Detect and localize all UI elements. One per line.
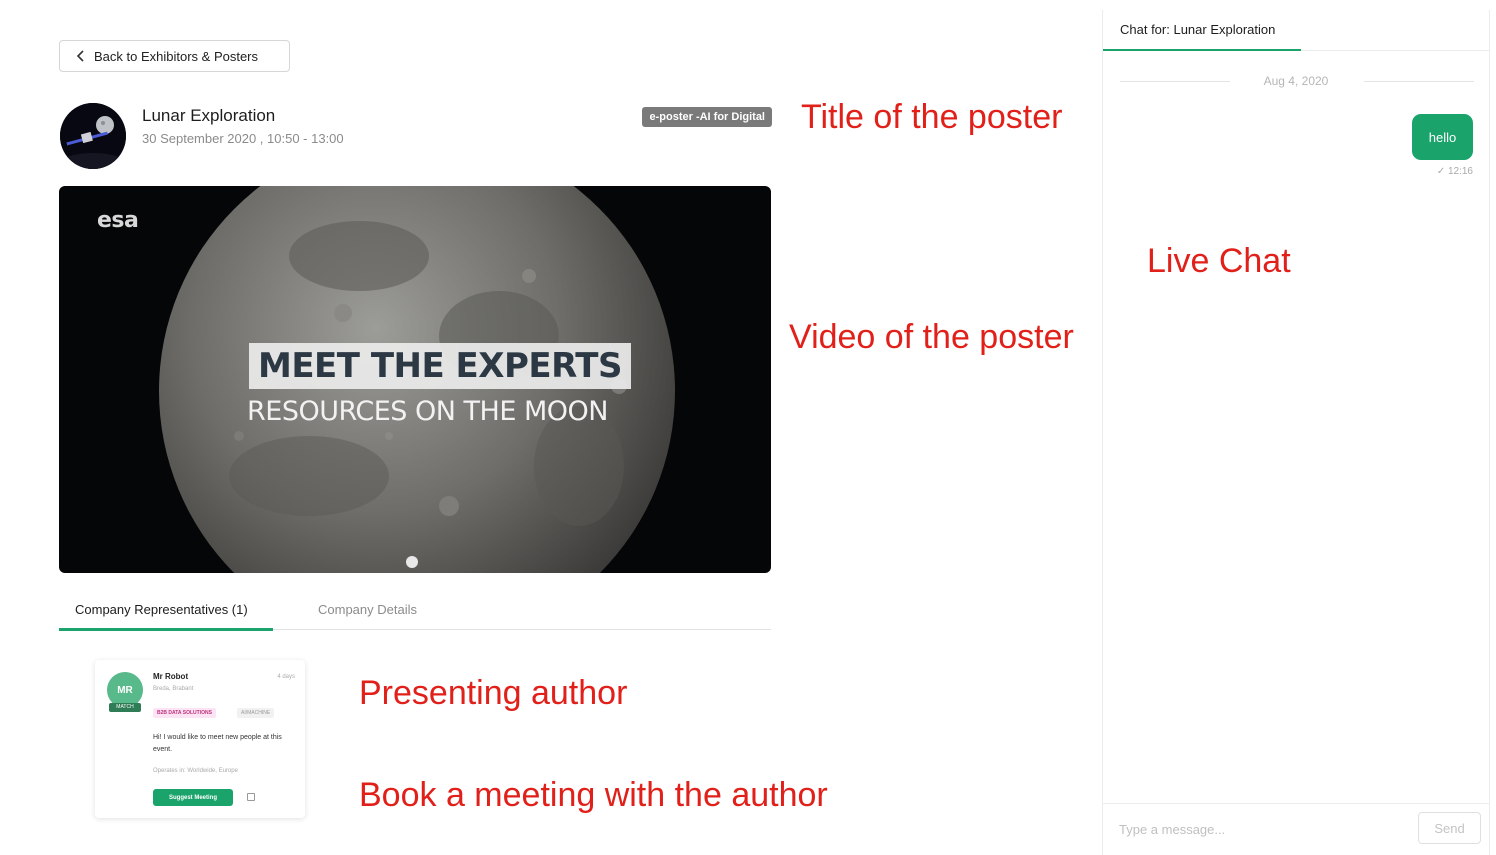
representative-name: Mr Robot <box>153 672 189 681</box>
representative-location: Breda, Brabant <box>153 686 194 692</box>
send-button[interactable]: Send <box>1418 812 1481 844</box>
representative-card: MR MATCH Mr Robot 4 days Breda, Brabant … <box>95 660 305 818</box>
chat-message-time: ✓ 12:16 <box>1436 166 1473 177</box>
tab-company-representatives[interactable]: Company Representatives (1) <box>75 602 248 617</box>
back-button[interactable]: Back to Exhibitors & Posters <box>59 40 290 72</box>
back-button-label: Back to Exhibitors & Posters <box>94 48 259 64</box>
video-progress-dot[interactable] <box>406 556 418 568</box>
annotation-author: Presenting author <box>359 674 628 712</box>
poster-title: Lunar Exploration <box>142 106 276 125</box>
representative-operates-in: Operates in: Worldwide, Europe <box>153 768 238 774</box>
representative-time-ago: 4 days <box>277 674 295 680</box>
chat-message-bubble: hello <box>1412 114 1473 160</box>
chat-header-title[interactable]: Chat for: Lunar Exploration <box>1120 22 1275 37</box>
poster-header: Lunar Exploration 30 September 2020 , 10… <box>60 103 772 169</box>
representative-message: Hi! I would like to meet new people at t… <box>153 734 282 753</box>
annotation-video: Video of the poster <box>789 318 1074 356</box>
annotation-title: Title of the poster <box>801 98 1063 136</box>
suggest-meeting-button[interactable]: Suggest Meeting <box>153 789 233 806</box>
chat-tab-indicator <box>1103 49 1301 51</box>
role-badge: AI/MACHINE <box>237 708 275 718</box>
main-panel: Back to Exhibitors & Posters Lunar Explo… <box>0 0 1100 855</box>
tab-company-details[interactable]: Company Details <box>318 602 417 617</box>
poster-datetime: 30 September 2020 , 10:50 - 13:00 <box>142 131 344 146</box>
annotation-live-chat: Live Chat <box>1147 242 1291 280</box>
poster-video[interactable]: esa MEET THE EXPERTS RESOURCES ON THE MO… <box>59 186 771 573</box>
chat-header: Chat for: Lunar Exploration <box>1103 10 1489 51</box>
chat-date: Aug 4, 2020 <box>1263 74 1329 88</box>
video-subtitle: RESOURCES ON THE MOON <box>247 396 609 427</box>
chat-message-input[interactable] <box>1113 812 1403 846</box>
poster-thumbnail <box>60 103 126 169</box>
detail-tabs: Company Representatives (1) Company Deta… <box>59 594 771 631</box>
esa-logo: esa <box>97 208 139 233</box>
company-badge: B2B DATA SOLUTIONS <box>153 708 216 718</box>
video-title: MEET THE EXPERTS <box>249 343 631 389</box>
live-chat-panel: Chat for: Lunar Exploration Aug 4, 2020 … <box>1102 10 1490 855</box>
poster-category-tag: e-poster -AI for Digital <box>642 107 772 127</box>
annotation-book-meeting: Book a meeting with the author <box>359 776 828 814</box>
chat-footer: Send <box>1103 803 1489 855</box>
chevron-left-icon <box>76 50 84 62</box>
active-tab-indicator <box>59 628 273 631</box>
bookmark-icon[interactable] <box>247 793 255 801</box>
match-badge: MATCH <box>109 703 141 712</box>
